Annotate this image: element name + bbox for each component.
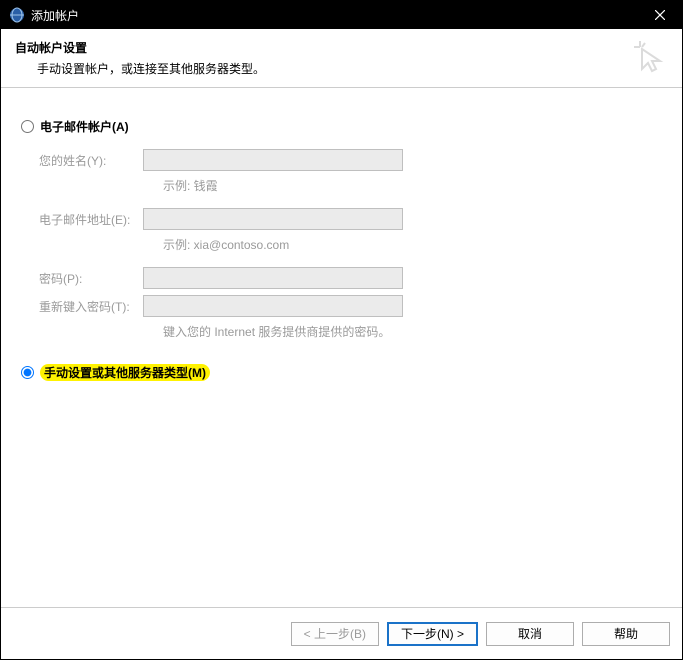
name-field — [143, 149, 403, 171]
retype-label: 重新键入密码(T): — [39, 298, 143, 315]
next-button[interactable]: 下一步(N) > — [387, 622, 478, 646]
wizard-header: 自动帐户设置 手动设置帐户，或连接至其他服务器类型。 — [1, 29, 682, 88]
option-manual-label: 手动设置或其他服务器类型(M) — [40, 364, 210, 381]
option-email-account[interactable]: 电子邮件帐户(A) — [21, 118, 662, 135]
add-account-dialog: 添加帐户 自动帐户设置 手动设置帐户，或连接至其他服务器类型。 电子邮件帐户(A… — [0, 0, 683, 660]
header-subtitle: 手动设置帐户，或连接至其他服务器类型。 — [37, 60, 668, 77]
radio-email-account[interactable] — [21, 120, 34, 133]
email-form: 您的姓名(Y): 示例: 钱霞 电子邮件地址(E): 示例: xia@conto… — [39, 149, 662, 340]
window-title: 添加帐户 — [31, 7, 638, 24]
password-label: 密码(P): — [39, 270, 143, 287]
cancel-button[interactable]: 取消 — [486, 622, 574, 646]
email-hint: 示例: xia@contoso.com — [163, 236, 662, 253]
option-manual-setup[interactable]: 手动设置或其他服务器类型(M) — [21, 364, 210, 381]
wizard-body: 电子邮件帐户(A) 您的姓名(Y): 示例: 钱霞 电子邮件地址(E): 示例:… — [1, 88, 682, 607]
option-email-label: 电子邮件帐户(A) — [40, 118, 129, 135]
header-title: 自动帐户设置 — [15, 39, 668, 56]
name-label: 您的姓名(Y): — [39, 152, 143, 169]
titlebar: 添加帐户 — [1, 1, 682, 29]
name-hint: 示例: 钱霞 — [163, 177, 662, 194]
close-button[interactable] — [638, 1, 682, 29]
help-button[interactable]: 帮助 — [582, 622, 670, 646]
app-icon — [9, 7, 25, 23]
password-field — [143, 267, 403, 289]
wizard-footer: < 上一步(B) 下一步(N) > 取消 帮助 — [1, 607, 682, 659]
password-hint: 键入您的 Internet 服务提供商提供的密码。 — [163, 323, 662, 340]
retype-password-field — [143, 295, 403, 317]
cursor-icon — [630, 37, 666, 76]
email-field — [143, 208, 403, 230]
email-label: 电子邮件地址(E): — [39, 211, 143, 228]
radio-manual-setup[interactable] — [21, 366, 34, 379]
back-button: < 上一步(B) — [291, 622, 379, 646]
